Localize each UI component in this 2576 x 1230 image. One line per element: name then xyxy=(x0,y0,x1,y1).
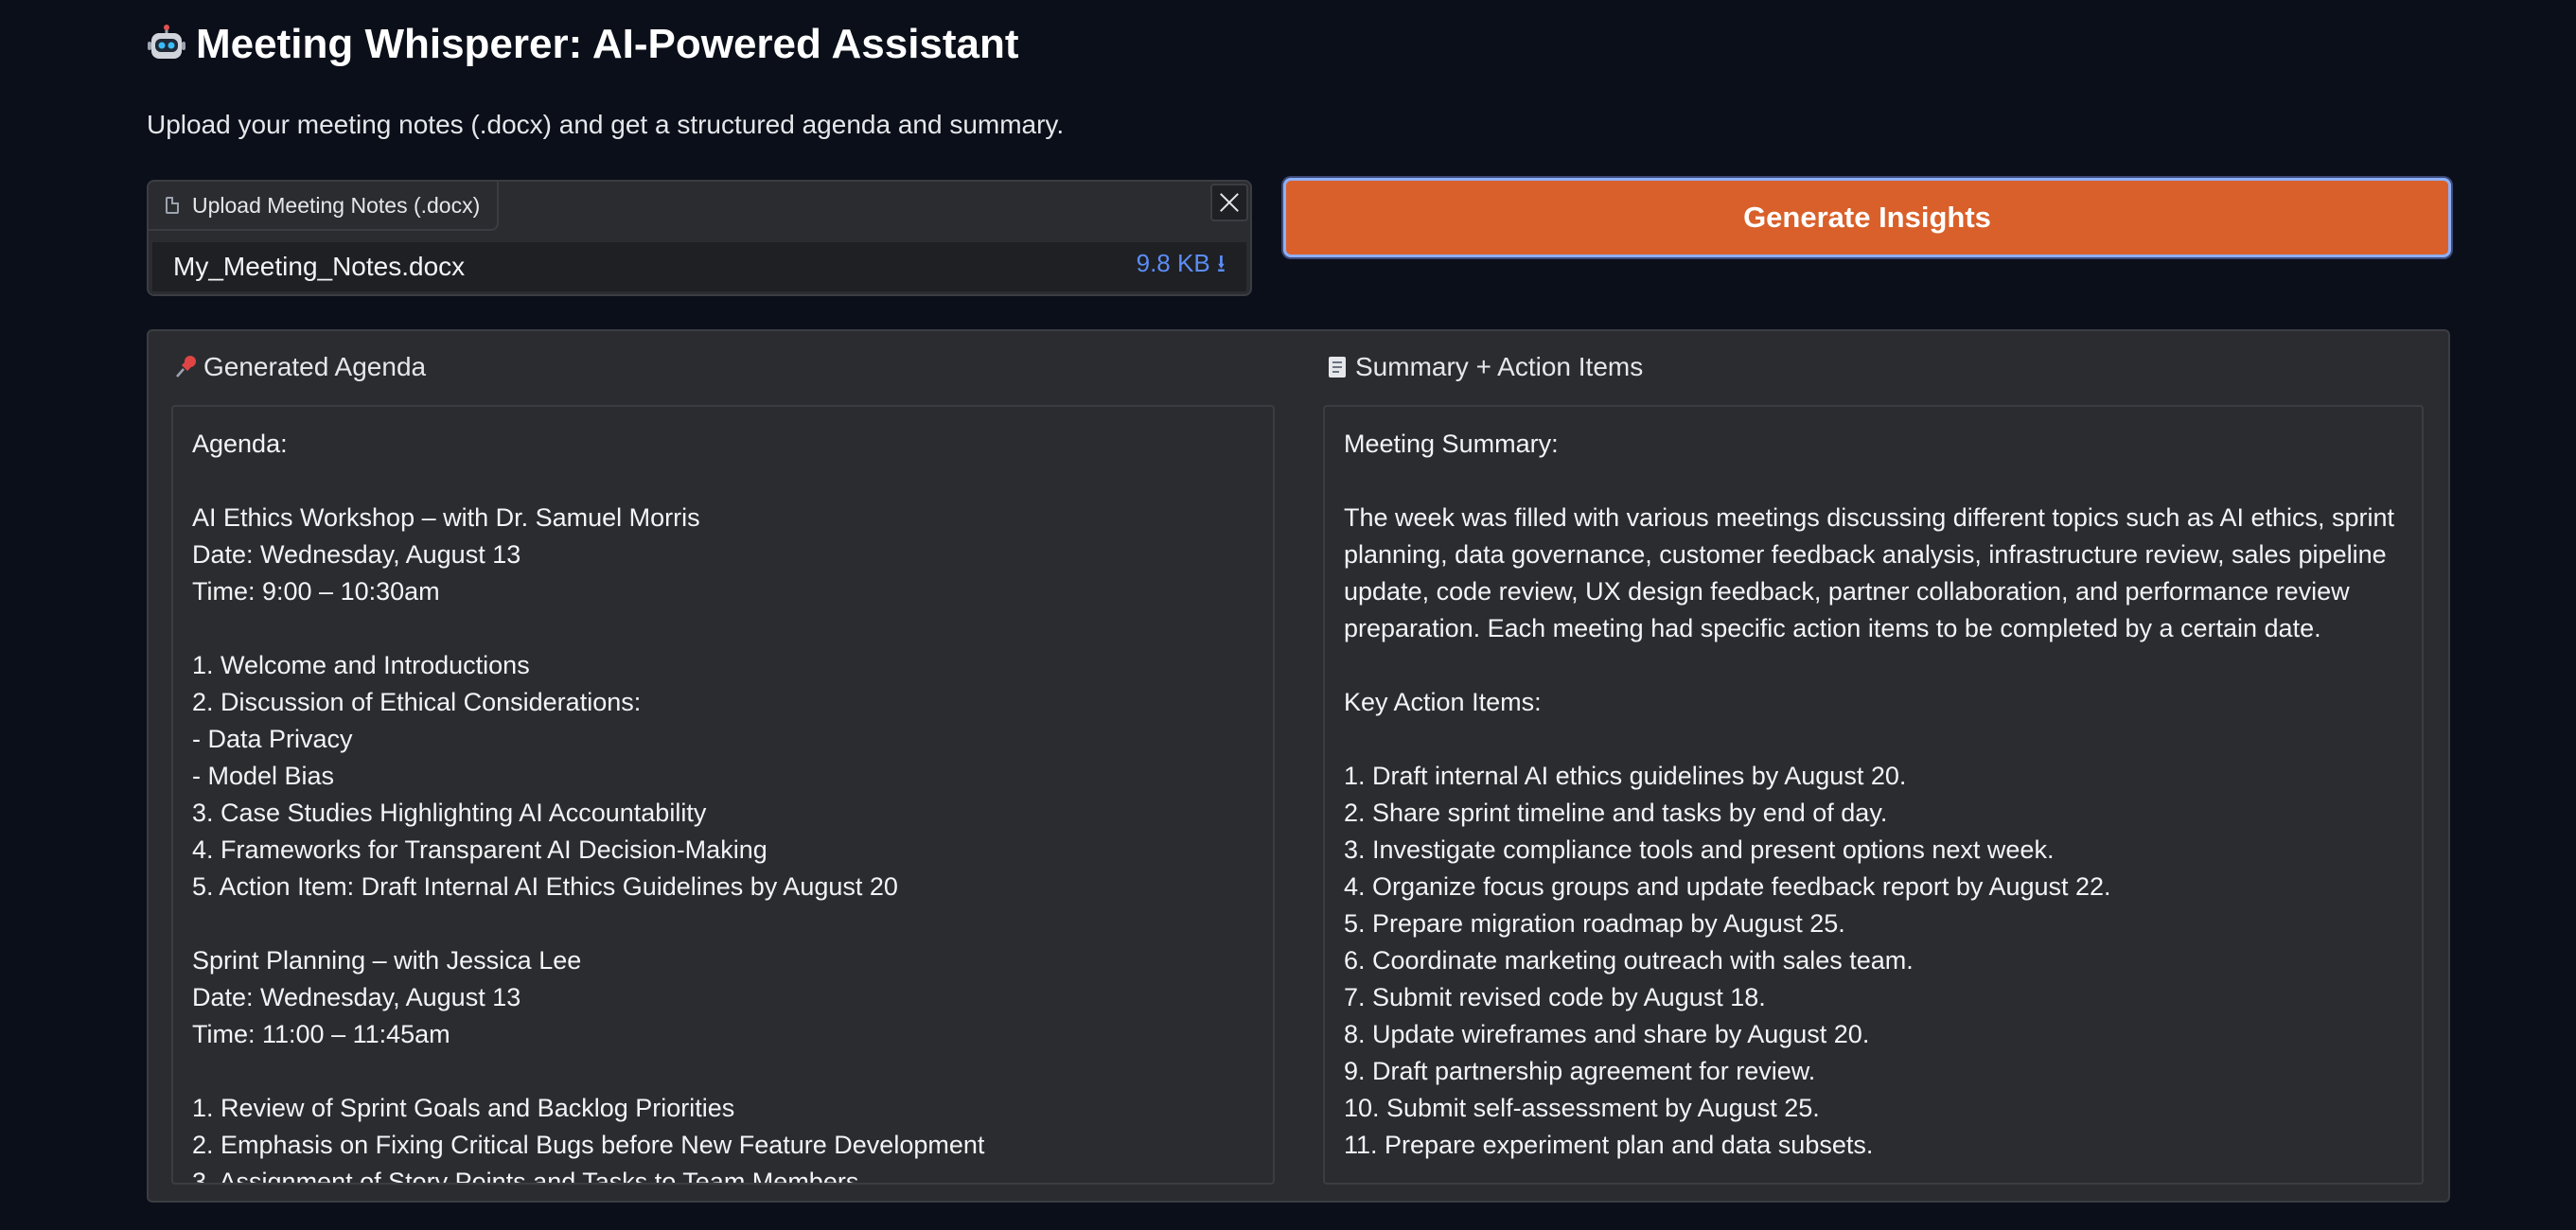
close-icon xyxy=(1219,192,1240,213)
agenda-line: 3. Case Studies Highlighting AI Accounta… xyxy=(192,799,707,827)
file-name: My_Meeting_Notes.docx xyxy=(173,252,466,281)
upload-label-text: Upload Meeting Notes (.docx) xyxy=(192,192,481,218)
summary-line: 9. Draft partnership agreement for revie… xyxy=(1344,1057,1816,1085)
agenda-label-text: Generated Agenda xyxy=(203,352,427,381)
clear-file-button[interactable] xyxy=(1210,184,1248,221)
agenda-label: Generated Agenda xyxy=(173,352,426,382)
summary-line xyxy=(1344,647,2403,684)
agenda-line: Sprint Planning – with Jessica Lee xyxy=(192,946,582,975)
agenda-line: - Data Privacy xyxy=(192,725,353,753)
summary-line: 1. Draft internal AI ethics guidelines b… xyxy=(1344,762,1907,790)
summary-line: 11. Prepare experiment plan and data sub… xyxy=(1344,1131,1874,1159)
upload-label: Upload Meeting Notes (.docx) xyxy=(149,182,500,231)
summary-block: Summary + Action Items Meeting Summary: T… xyxy=(1300,331,2450,1201)
summary-line: Key Action Items: xyxy=(1344,688,1542,716)
summary-label-text: Summary + Action Items xyxy=(1355,352,1644,381)
agenda-line: 5. Action Item: Draft Internal AI Ethics… xyxy=(192,872,898,901)
summary-line: 5. Prepare migration roadmap by August 2… xyxy=(1344,909,1845,938)
robot-icon xyxy=(147,25,186,64)
agenda-line: 1. Welcome and Introductions xyxy=(192,651,530,679)
summary-line: Meeting Summary: xyxy=(1344,430,1559,458)
summary-line xyxy=(1344,463,2403,500)
agenda-line xyxy=(192,905,1254,942)
summary-line: The week was filled with various meeting… xyxy=(1344,503,2402,642)
agenda-line: 2. Emphasis on Fixing Critical Bugs befo… xyxy=(192,1131,985,1159)
file-upload-panel[interactable]: Upload Meeting Notes (.docx) My_Meeting_… xyxy=(147,180,1252,296)
agenda-line: Time: 11:00 – 11:45am xyxy=(192,1020,450,1048)
agenda-line: Time: 9:00 – 10:30am xyxy=(192,577,440,606)
file-icon xyxy=(166,197,179,214)
agenda-line: 4. Frameworks for Transparent AI Decisio… xyxy=(192,835,768,864)
summary-label: Summary + Action Items xyxy=(1325,352,1643,382)
summary-line: 3. Investigate compliance tools and pres… xyxy=(1344,835,2055,864)
memo-icon xyxy=(1325,355,1350,379)
agenda-line: AI Ethics Workshop – with Dr. Samuel Mor… xyxy=(192,503,700,532)
agenda-line: Date: Wednesday, August 13 xyxy=(192,983,521,1011)
agenda-line: 1. Review of Sprint Goals and Backlog Pr… xyxy=(192,1094,735,1122)
agenda-line xyxy=(192,1053,1254,1090)
generate-insights-button[interactable]: Generate Insights xyxy=(1283,178,2451,257)
summary-line: 6. Coordinate marketing outreach with sa… xyxy=(1344,946,1914,975)
outputs-panel: Generated Agenda Agenda: AI Ethics Worksh… xyxy=(147,329,2450,1203)
page-subtitle: Upload your meeting notes (.docx) and ge… xyxy=(147,110,1065,139)
agenda-line xyxy=(192,463,1254,500)
summary-line: 7. Submit revised code by August 18. xyxy=(1344,983,1766,1011)
agenda-line: Agenda: xyxy=(192,430,288,458)
agenda-line: Date: Wednesday, August 13 xyxy=(192,540,521,569)
page-title-text: Meeting Whisperer: AI-Powered Assistant xyxy=(196,21,1019,67)
summary-textbox[interactable]: Meeting Summary: The week was filled with… xyxy=(1323,405,2424,1185)
agenda-textbox[interactable]: Agenda: AI Ethics Workshop – with Dr. Sam… xyxy=(171,405,1275,1185)
agenda-line xyxy=(192,610,1254,647)
uploaded-file-row: My_Meeting_Notes.docx 9.8 KB ⭳ xyxy=(152,242,1246,291)
agenda-line: - Model Bias xyxy=(192,762,335,790)
summary-line xyxy=(1344,721,2403,758)
page-title: Meeting Whisperer: AI-Powered Assistant xyxy=(147,21,1019,68)
summary-line: 2. Share sprint timeline and tasks by en… xyxy=(1344,799,1888,827)
summary-line: 4. Organize focus groups and update feed… xyxy=(1344,872,2111,901)
agenda-line: 3. Assignment of Story Points and Tasks … xyxy=(192,1168,859,1185)
file-download-link[interactable]: 9.8 KB ⭳ xyxy=(1137,246,1226,288)
summary-line: 10. Submit self-assessment by August 25. xyxy=(1344,1094,1820,1122)
summary-line: 8. Update wireframes and share by August… xyxy=(1344,1020,1870,1048)
agenda-block: Generated Agenda Agenda: AI Ethics Worksh… xyxy=(149,331,1300,1201)
pushpin-icon xyxy=(173,355,198,379)
agenda-line: 2. Discussion of Ethical Considerations: xyxy=(192,688,642,716)
